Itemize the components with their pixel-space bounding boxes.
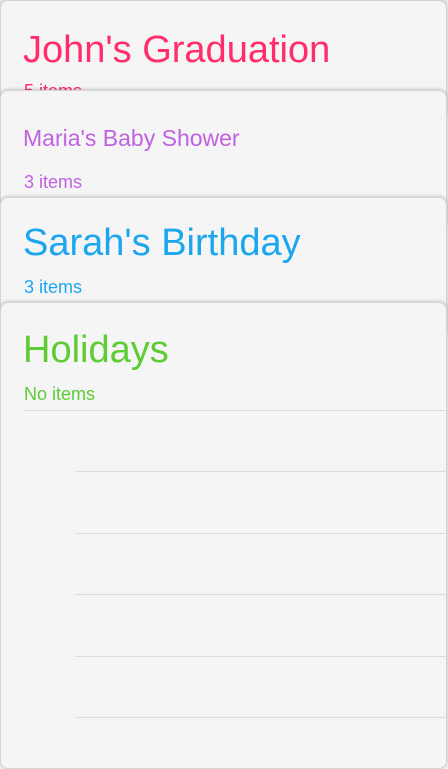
- list-title: John's Graduation: [23, 29, 331, 71]
- list-title: Maria's Baby Shower: [23, 125, 240, 151]
- empty-row-line[interactable]: [75, 594, 446, 595]
- list-item-count: 3 items: [24, 277, 83, 297]
- list-card-holidays[interactable]: Holidays No items: [0, 302, 447, 769]
- list-item-count: No items: [24, 384, 96, 404]
- list-title: Sarah's Birthday: [23, 222, 301, 264]
- empty-row-line[interactable]: [75, 471, 446, 472]
- list-item-count: 3 items: [24, 172, 83, 192]
- list-divider: [23, 410, 446, 411]
- empty-row-line[interactable]: [75, 533, 446, 534]
- empty-row-line[interactable]: [75, 717, 446, 718]
- empty-row-line[interactable]: [75, 656, 446, 657]
- reminder-lists-stack: John's Graduation 5 items Maria's Baby S…: [0, 0, 448, 769]
- list-title: Holidays: [23, 329, 169, 371]
